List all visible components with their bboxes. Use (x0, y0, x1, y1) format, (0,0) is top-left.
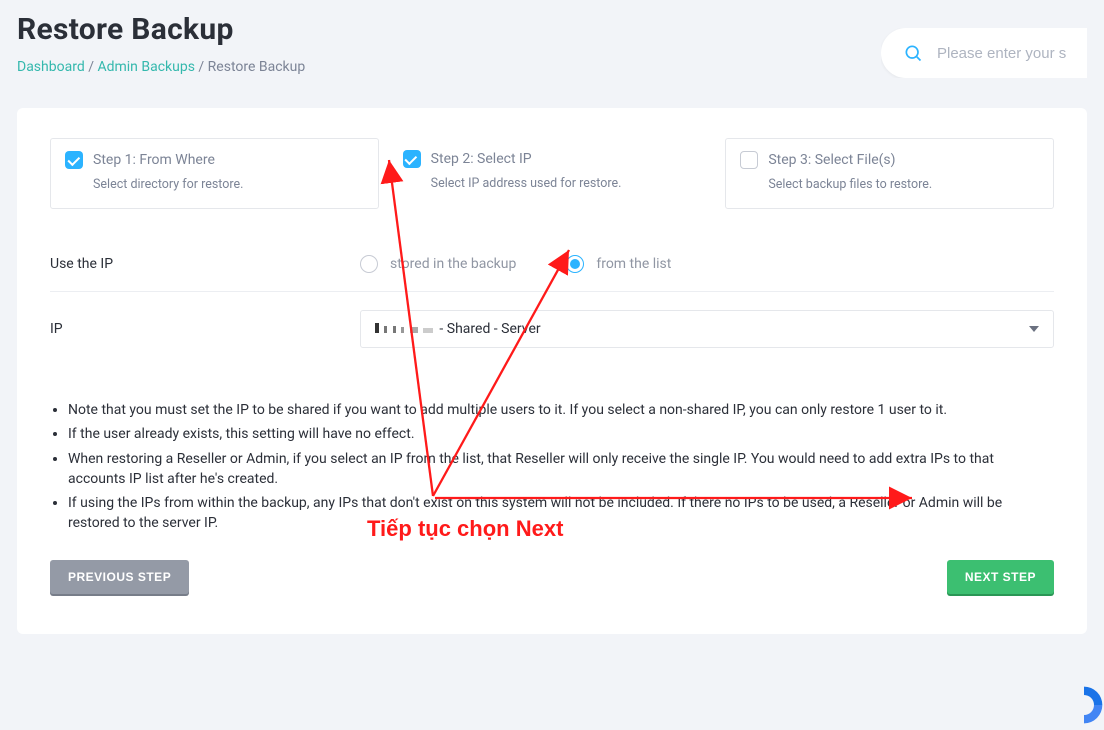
search-bar[interactable] (881, 28, 1087, 78)
step-tabs: Step 1: From Where Select directory for … (50, 138, 1054, 209)
step-3-desc: Select backup files to restore. (768, 177, 1039, 192)
step-3-title: Step 3: Select File(s) (768, 152, 895, 168)
radio-from-list[interactable]: from the list (566, 255, 671, 273)
radio-stored-label: stored in the backup (390, 256, 516, 272)
breadcrumb-sep: / (198, 59, 207, 75)
ip-select[interactable]: - Shared - Server (360, 310, 1054, 348)
ip-obscured-icon (375, 321, 435, 337)
note-item: When restoring a Reseller or Admin, if y… (68, 449, 1054, 490)
breadcrumb-current: Restore Backup (208, 59, 306, 75)
recaptcha-badge-icon (1054, 680, 1104, 730)
next-step-button[interactable]: Next Step (947, 560, 1054, 594)
radio-list-label: from the list (596, 256, 671, 272)
step-2-desc: Select IP address used for restore. (431, 176, 702, 191)
step-1-desc: Select directory for restore. (93, 177, 364, 192)
step-1[interactable]: Step 1: From Where Select directory for … (50, 138, 379, 209)
note-item: If the user already exists, this setting… (68, 424, 1054, 444)
breadcrumb-admin-backups[interactable]: Admin Backups (97, 59, 194, 75)
check-icon (403, 150, 421, 168)
note-item: Note that you must set the IP to be shar… (68, 400, 1054, 420)
notes-block: Note that you must set the IP to be shar… (50, 400, 1054, 534)
radio-dot-icon (360, 255, 378, 273)
step-2-title: Step 2: Select IP (431, 151, 532, 167)
check-icon (65, 151, 83, 169)
page-title: Restore Backup (17, 12, 881, 47)
ip-select-value: - Shared - Server (439, 321, 540, 337)
step-2[interactable]: Step 2: Select IP Select IP address used… (389, 138, 716, 209)
step-3[interactable]: Step 3: Select File(s) Select backup fil… (725, 138, 1054, 209)
search-input[interactable] (937, 45, 1087, 62)
radio-dot-icon (566, 255, 584, 273)
previous-step-button[interactable]: Previous Step (50, 560, 189, 594)
chevron-down-icon (1029, 326, 1039, 332)
radio-stored-backup[interactable]: stored in the backup (360, 255, 516, 273)
ip-label: IP (50, 321, 360, 337)
unchecked-icon (740, 151, 758, 169)
step-1-title: Step 1: From Where (93, 152, 215, 168)
breadcrumb-dashboard[interactable]: Dashboard (17, 59, 85, 75)
main-card: Step 1: From Where Select directory for … (17, 108, 1087, 634)
breadcrumb: Dashboard / Admin Backups / Restore Back… (17, 59, 881, 75)
use-ip-label: Use the IP (50, 256, 360, 272)
annotation-text: Tiếp tục chọn Next (367, 516, 563, 542)
search-icon (903, 43, 923, 63)
